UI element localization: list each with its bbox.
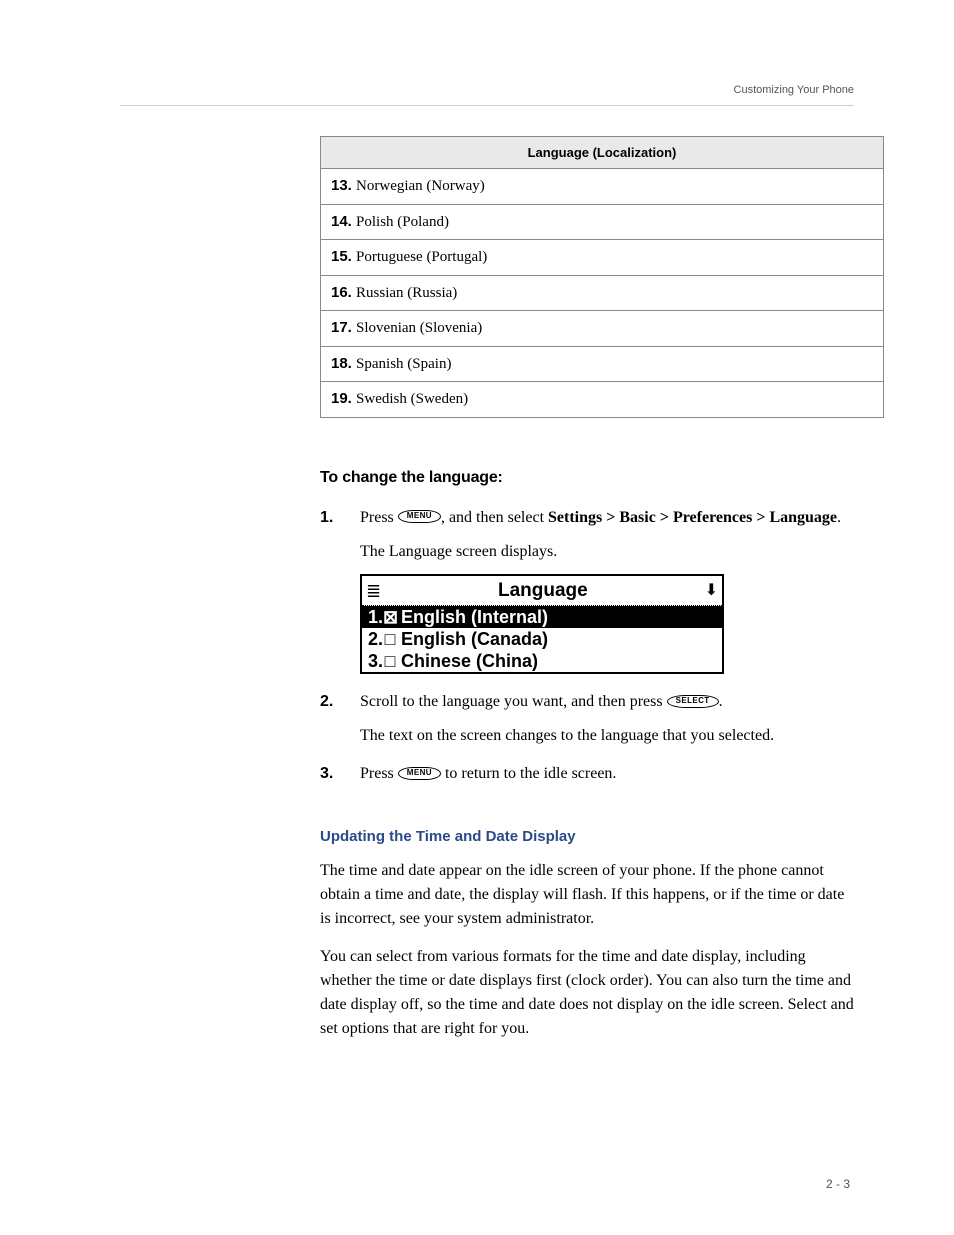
top-rule: [120, 105, 854, 106]
step-1: 1. Press MENU, and then select Settings …: [320, 506, 854, 675]
paragraph: You can select from various formats for …: [320, 945, 854, 1041]
table-row-text: Slovenian (Slovenia): [356, 320, 482, 336]
steps-list: 1. Press MENU, and then select Settings …: [320, 506, 854, 787]
table-row-num: 14.: [331, 213, 352, 230]
menu-key-icon: MENU: [398, 767, 441, 780]
table-row-text: Spanish (Spain): [356, 356, 451, 372]
nav-path-sep: >: [656, 509, 673, 526]
text: .: [837, 509, 841, 526]
text: Press: [360, 765, 398, 782]
table-row-num: 19.: [331, 390, 352, 407]
lcd-item-index: 1: [368, 606, 383, 628]
table-row-num: 15.: [331, 248, 352, 265]
language-table: Language (Localization) 13. Norwegian (N…: [320, 136, 884, 418]
text: , and then select: [441, 509, 548, 526]
list-icon: ≣: [366, 582, 381, 600]
text: .: [719, 693, 723, 710]
table-row-text: Norwegian (Norway): [356, 178, 485, 194]
table-row: 19. Swedish (Sweden): [321, 382, 884, 418]
checkbox-empty-icon: □: [383, 628, 397, 650]
step-2: 2. Scroll to the language you want, and …: [320, 690, 854, 748]
table-row: 16. Russian (Russia): [321, 275, 884, 311]
lcd-item-index: 3: [368, 650, 383, 672]
step-instruction: Scroll to the language you want, and the…: [360, 690, 854, 714]
lcd-item-selected: 1 ⊠ English (Internal): [362, 606, 722, 628]
sub-heading-time-date: Updating the Time and Date Display: [320, 826, 854, 849]
step-3: 3. Press MENU to return to the idle scre…: [320, 762, 854, 786]
step-number: 1.: [320, 506, 333, 530]
step-result: The Language screen displays.: [360, 540, 854, 564]
step-number: 3.: [320, 762, 333, 786]
checkbox-empty-icon: □: [383, 650, 397, 672]
step-result: The text on the screen changes to the la…: [360, 724, 854, 748]
table-row-num: 13.: [331, 177, 352, 194]
lcd-item-label: English (Canada): [401, 628, 548, 650]
nav-path-part: Preferences: [673, 509, 752, 526]
nav-path-part: Language: [769, 509, 837, 526]
step-body: Press MENU, and then select Settings > B…: [360, 506, 854, 675]
lcd-title-text: Language: [387, 577, 699, 606]
table-row: 18. Spanish (Spain): [321, 346, 884, 382]
step-body: Scroll to the language you want, and the…: [360, 690, 854, 748]
checkbox-checked-icon: ⊠: [383, 606, 397, 628]
table-row-text: Polish (Poland): [356, 214, 449, 230]
lcd-item-label: Chinese (China): [401, 650, 538, 672]
step-instruction: Press MENU to return to the idle screen.: [360, 762, 854, 786]
language-table-header: Language (Localization): [321, 136, 884, 169]
table-row-num: 16.: [331, 284, 352, 301]
section-heading-change-language: To change the language:: [320, 466, 854, 490]
step-number: 2.: [320, 690, 333, 714]
select-key-icon: SELECT: [667, 695, 719, 708]
text: Scroll to the language you want, and the…: [360, 693, 667, 710]
table-row-text: Portuguese (Portugal): [356, 249, 487, 265]
table-row-num: 17.: [331, 319, 352, 336]
text: to return to the idle screen.: [441, 765, 617, 782]
body-paragraphs: The time and date appear on the idle scr…: [320, 859, 854, 1041]
page-number: 2 - 3: [826, 1175, 850, 1193]
lcd-item: 3 □ Chinese (China): [362, 650, 722, 672]
lcd-item-index: 2: [368, 628, 383, 650]
paragraph: The time and date appear on the idle scr…: [320, 859, 854, 931]
page: Customizing Your Phone Language (Localiz…: [0, 0, 954, 1235]
table-row-num: 18.: [331, 355, 352, 372]
table-row: 14. Polish (Poland): [321, 204, 884, 240]
step-body: Press MENU to return to the idle screen.: [360, 762, 854, 786]
table-row: 13. Norwegian (Norway): [321, 169, 884, 205]
text: Press: [360, 509, 398, 526]
lcd-item-label: English (Internal): [401, 606, 548, 628]
nav-path-sep: >: [602, 509, 619, 526]
table-row: 15. Portuguese (Portugal): [321, 240, 884, 276]
nav-path-part: Settings: [548, 509, 602, 526]
nav-path-part: Basic: [619, 509, 655, 526]
table-row-text: Swedish (Sweden): [356, 391, 468, 407]
table-row-text: Russian (Russia): [356, 285, 457, 301]
lcd-item: 2 □ English (Canada): [362, 628, 722, 650]
lcd-screenshot: ≣ Language ⬇ 1 ⊠ English (Internal) 2 □ …: [360, 574, 724, 675]
table-row: 17. Slovenian (Slovenia): [321, 311, 884, 347]
lcd-title-bar: ≣ Language ⬇: [362, 576, 722, 607]
step-instruction: Press MENU, and then select Settings > B…: [360, 506, 854, 530]
nav-path-sep: >: [752, 509, 769, 526]
arrow-down-icon: ⬇: [705, 583, 718, 599]
menu-key-icon: MENU: [398, 510, 441, 523]
running-head: Customizing Your Phone: [120, 82, 854, 99]
